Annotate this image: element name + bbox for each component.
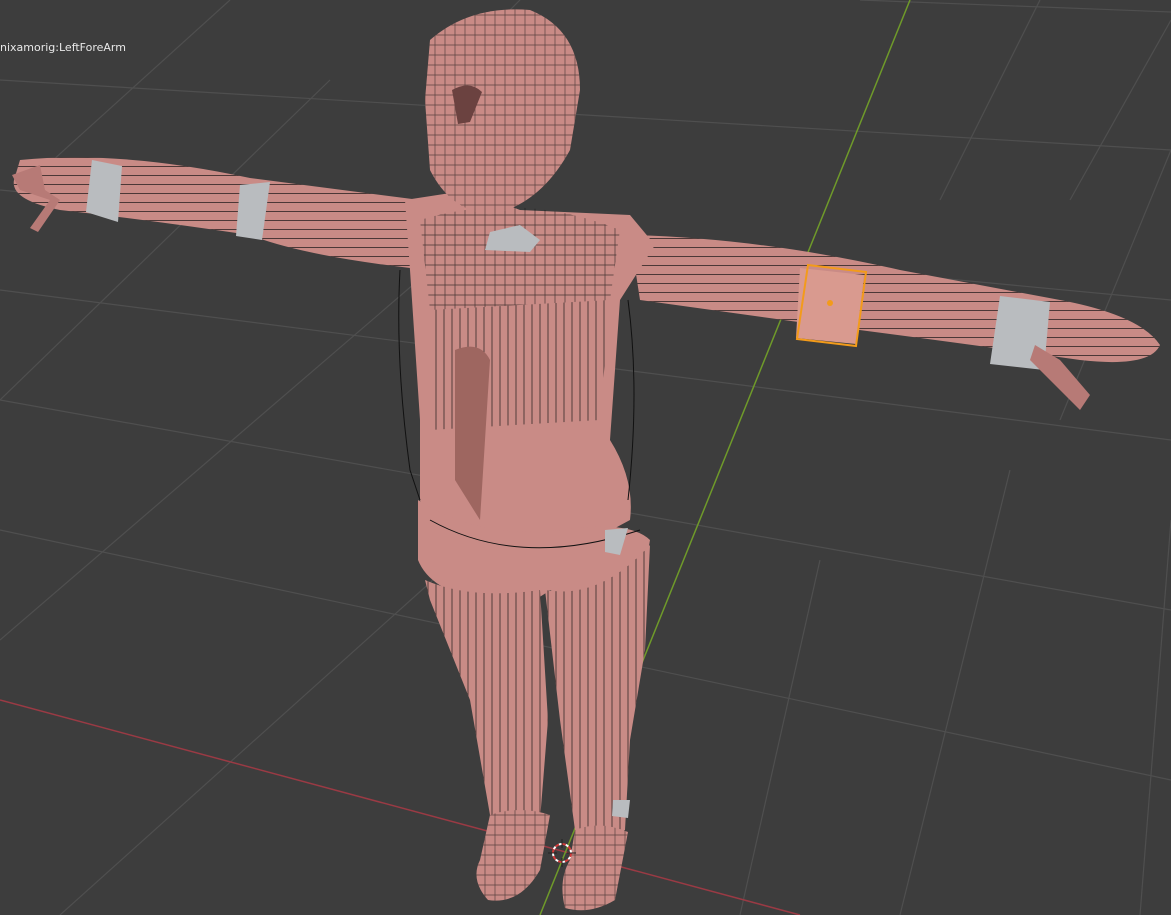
character-arm-right[interactable] <box>12 157 420 268</box>
character-arm-left[interactable] <box>630 235 1160 410</box>
selected-bone-pivot[interactable] <box>827 300 833 306</box>
character-leg-right[interactable] <box>425 580 550 901</box>
viewport-canvas[interactable] <box>0 0 1171 915</box>
character-head[interactable] <box>425 9 580 215</box>
active-bone-label: nixamorig:LeftForeArm <box>0 41 126 54</box>
x-axis-line <box>0 699 801 915</box>
character-leg-left[interactable] <box>545 545 650 911</box>
3d-viewport[interactable]: nixamorig:LeftForeArm <box>0 0 1171 915</box>
character-torso[interactable] <box>398 190 655 560</box>
